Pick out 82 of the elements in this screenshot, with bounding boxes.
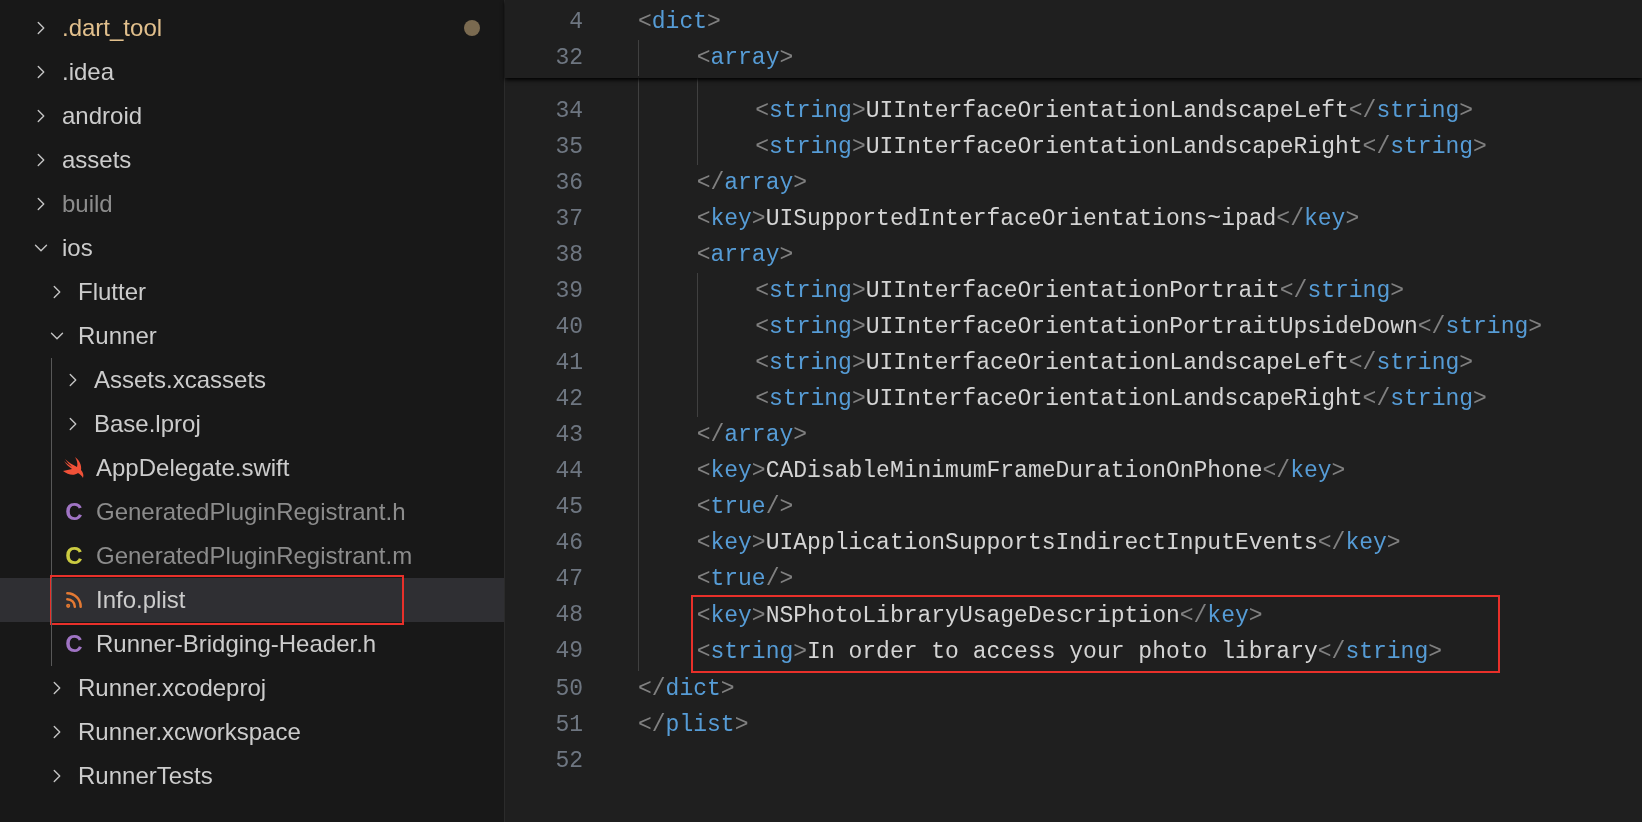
line-number: 46: [554, 528, 583, 558]
item-label: GeneratedPluginRegistrant.m: [96, 541, 413, 571]
item-label: .idea: [62, 57, 115, 87]
item-label: build: [62, 189, 113, 219]
line-number: 49: [554, 636, 583, 666]
line-number: 35: [554, 132, 583, 162]
code-line: <string>UIInterfaceOrientationLandscapeRight</string>: [755, 132, 1487, 162]
tree-item[interactable]: Flutter: [0, 270, 504, 314]
code-line: <array>: [696, 240, 794, 270]
tree-item[interactable]: Runner: [0, 314, 504, 358]
tree-item[interactable]: .dart_tool: [0, 6, 504, 50]
item-label: AppDelegate.swift: [96, 453, 290, 483]
swift-bird-icon: [62, 457, 86, 479]
item-label: android: [62, 101, 143, 131]
code-line: <key>NSPhotoLibraryUsageDescription</key>: [696, 601, 1263, 631]
code-line: </plist>: [638, 710, 749, 740]
item-label: Runner: [78, 321, 157, 351]
code-line: <dict>: [638, 7, 721, 37]
code-line: <key>CADisableMinimumFrameDurationOnPhone</key>: [696, 456, 1346, 486]
code-line: </dict>: [638, 674, 735, 704]
line-number: 38: [554, 240, 583, 270]
tree-item[interactable]: build: [0, 182, 504, 226]
line-number: 48: [554, 600, 583, 630]
line-number: 39: [554, 276, 583, 306]
item-label: Info.plist: [96, 585, 186, 615]
code-line: <array>: [696, 43, 794, 73]
tree-item[interactable]: Runner.xcodeproj: [0, 666, 504, 710]
line-number: 36: [554, 168, 583, 198]
line-number: 51: [554, 710, 583, 740]
line-number: 42: [554, 384, 583, 414]
code-line: <string>UIInterfaceOrientationLandscapeLeft</string>: [755, 348, 1474, 378]
tree-item[interactable]: AppDelegate.swift: [0, 446, 504, 490]
line-number: 50: [554, 674, 583, 704]
line-number: 47: [554, 564, 583, 594]
feed-icon: [64, 590, 84, 610]
line-number: 34: [554, 96, 583, 126]
item-label: Flutter: [78, 277, 146, 307]
code-line: <string>UIInterfaceOrientationLandscapeRight</string>: [755, 384, 1487, 414]
code-line: <string>UIInterfaceOrientationPortraitUpsideDown</string>: [755, 312, 1543, 342]
item-label: Assets.xcassets: [94, 365, 267, 395]
item-label: Runner.xcworkspace: [78, 717, 301, 747]
line-number: 44: [554, 456, 583, 486]
tree-item[interactable]: C Runner-Bridging-Header.h: [0, 622, 504, 666]
line-number: 45: [554, 492, 583, 522]
tree-item[interactable]: assets: [0, 138, 504, 182]
c-file-icon: C: [65, 500, 83, 524]
tree-item[interactable]: C GeneratedPluginRegistrant.m: [0, 534, 504, 578]
item-label: Runner.xcodeproj: [78, 673, 267, 703]
c-file-icon: C: [65, 544, 83, 568]
code-line: </array>: [696, 420, 808, 450]
line-number: 40: [554, 312, 583, 342]
code-line: <string>UIInterfaceOrientationPortrait</string>: [755, 276, 1405, 306]
item-label: Base.lproj: [94, 409, 201, 439]
code-line: <true/>: [696, 564, 794, 594]
code-line: <true/>: [696, 492, 794, 522]
code-line: <key>UISupportedInterfaceOrientations~ipad</key>: [696, 204, 1360, 234]
tree-item[interactable]: ios: [0, 226, 504, 270]
tree-item[interactable]: Info.plist: [0, 578, 504, 622]
tree-item[interactable]: .idea: [0, 50, 504, 94]
code-line: <key>UIApplicationSupportsIndirectInputEvents</key>: [696, 528, 1401, 558]
item-label: ios: [62, 233, 93, 263]
tree-item[interactable]: Assets.xcassets: [0, 358, 504, 402]
code-line: </array>: [696, 168, 808, 198]
line-number: 32: [554, 43, 583, 73]
tree-item[interactable]: Base.lproj: [0, 402, 504, 446]
tree-item[interactable]: Runner.xcworkspace: [0, 710, 504, 754]
line-number: 37: [554, 204, 583, 234]
tree-item[interactable]: C GeneratedPluginRegistrant.h: [0, 490, 504, 534]
item-label: .dart_tool: [62, 13, 163, 43]
line-number: 4: [568, 7, 583, 37]
code-line: <string>In order to access your photo library</string>: [696, 637, 1442, 667]
item-label: RunnerTests: [78, 761, 213, 791]
item-label: assets: [62, 145, 132, 175]
line-number: 52: [554, 746, 583, 776]
line-number: 43: [554, 420, 583, 450]
tree-item[interactable]: RunnerTests: [0, 754, 504, 798]
tree-item[interactable]: android: [0, 94, 504, 138]
item-label: Runner-Bridging-Header.h: [96, 629, 377, 659]
item-label: GeneratedPluginRegistrant.h: [96, 497, 406, 527]
code-line: <string>UIInterfaceOrientationLandscapeLeft</string>: [755, 96, 1474, 126]
line-number: 41: [554, 348, 583, 378]
c-file-icon: C: [65, 632, 83, 656]
